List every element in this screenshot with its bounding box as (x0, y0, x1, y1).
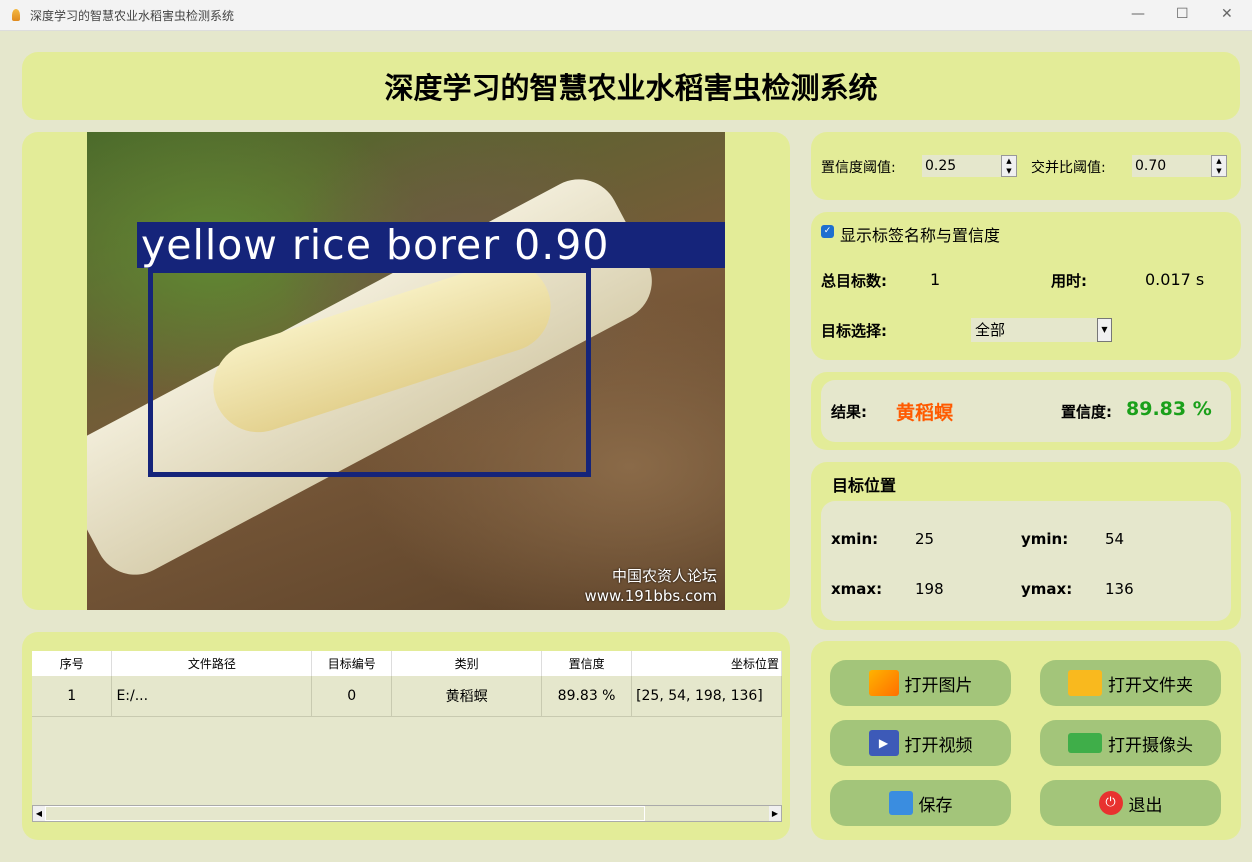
buttons-panel: 打开图片 打开文件夹 ▶ 打开视频 打开摄像头 保存 ⏻ 退出 (811, 641, 1241, 840)
camera-icon (1068, 733, 1102, 753)
xmax-label: xmax: (831, 580, 883, 598)
col-index: 序号 (32, 651, 113, 676)
scrollbar-thumb (45, 806, 645, 821)
ymax-value: 136 (1105, 580, 1134, 598)
xmin-label: xmin: (831, 530, 879, 548)
spin-arrows-icon: ▲ ▼ (1001, 155, 1017, 177)
close-button[interactable]: ✕ (1221, 6, 1233, 22)
video-icon: ▶ (868, 730, 899, 756)
image-panel: yellow rice borer 0.90 中国农资人论坛 www.191bbs… (22, 132, 790, 610)
maximize-button[interactable]: ☐ (1176, 6, 1189, 22)
result-value: 黄稻螟 (896, 402, 954, 424)
detection-image: yellow rice borer 0.90 中国农资人论坛 www.191bbs… (87, 132, 725, 610)
power-icon: ⏻ (1098, 791, 1123, 815)
ymin-value: 54 (1105, 530, 1125, 548)
result-label: 结果: (831, 403, 867, 421)
time-value: 0.017 s (1145, 270, 1205, 289)
folder-icon (1068, 670, 1102, 696)
iou-threshold-label: 交并比阈值: (1031, 160, 1106, 176)
results-table: 序号 文件路径 目标编号 类别 置信度 坐标位置 1 E:/... 0 黄稻螟 … (32, 651, 782, 821)
open-folder-button[interactable]: 打开文件夹 (1040, 660, 1221, 706)
xmin-value: 25 (915, 530, 935, 548)
result-panel: 结果: 黄稻螟 置信度: 89.83 % (811, 372, 1241, 450)
time-label: 用时: (1051, 272, 1087, 290)
ymax-label: ymax: (1021, 580, 1073, 598)
show-label-text: 显示标签名称与置信度 (840, 226, 1001, 245)
conf-threshold-label: 置信度阈值: (821, 160, 896, 176)
open-camera-button[interactable]: 打开摄像头 (1040, 720, 1221, 766)
open-video-button[interactable]: ▶ 打开视频 (830, 720, 1011, 766)
exit-button[interactable]: ⏻ 退出 (1040, 780, 1221, 826)
save-icon (888, 791, 913, 815)
col-target-id: 目标编号 (311, 651, 393, 676)
spin-arrows-icon: ▲ ▼ (1211, 155, 1227, 177)
scroll-left-icon: ◀ (33, 806, 45, 821)
position-panel: 目标位置 xmin: 25 ymin: 54 xmax: 198 ymax: 1… (811, 462, 1241, 630)
bounding-box (148, 268, 591, 477)
ymin-label: ymin: (1021, 530, 1069, 548)
image-icon (868, 670, 899, 696)
header-panel: 深度学习的智慧农业水稻害虫检测系统 (22, 52, 1240, 120)
threshold-panel: 置信度阈值: 0.25 ▲ ▼ 交并比阈值: 0.70 ▲ ▼ (811, 132, 1241, 200)
table-header: 序号 文件路径 目标编号 类别 置信度 坐标位置 (32, 651, 782, 676)
minimize-button[interactable]: — (1131, 6, 1145, 22)
window-title: 深度学习的智慧农业水稻害虫检测系统 (30, 8, 235, 23)
table-row[interactable]: 1 E:/... 0 黄稻螟 89.83 % [25, 54, 198, 136… (32, 676, 782, 717)
col-coords: 坐标位置 (631, 651, 782, 676)
detection-label: yellow rice borer 0.90 (137, 222, 725, 268)
title-bar: 深度学习的智慧农业水稻害虫检测系统 — ☐ ✕ (0, 0, 1252, 31)
iou-threshold-spinbox[interactable]: 0.70 ▲ ▼ (1132, 155, 1227, 177)
total-label: 总目标数: (821, 272, 887, 290)
open-image-button[interactable]: 打开图片 (830, 660, 1011, 706)
show-label-checkbox[interactable]: ✓ (821, 225, 834, 238)
col-path: 文件路径 (111, 651, 313, 676)
info-panel: ✓ 显示标签名称与置信度 总目标数: 1 用时: 0.017 s 目标选择: 全… (811, 212, 1241, 360)
conf-threshold-spinbox[interactable]: 0.25 ▲ ▼ (922, 155, 1017, 177)
app-icon (12, 9, 20, 21)
page-title: 深度学习的智慧农业水稻害虫检测系统 (384, 71, 878, 105)
confidence-label: 置信度: (1061, 403, 1112, 421)
total-value: 1 (930, 270, 941, 289)
horizontal-scrollbar[interactable]: ◀ ▶ (32, 805, 782, 822)
scroll-right-icon: ▶ (769, 806, 781, 821)
chevron-down-icon: ▼ (1097, 318, 1112, 342)
target-select[interactable]: 全部 ▼ (971, 318, 1112, 342)
col-confidence: 置信度 (541, 651, 633, 676)
col-class: 类别 (391, 651, 543, 676)
xmax-value: 198 (915, 580, 944, 598)
save-button[interactable]: 保存 (830, 780, 1011, 826)
table-panel: 序号 文件路径 目标编号 类别 置信度 坐标位置 1 E:/... 0 黄稻螟 … (22, 632, 790, 840)
confidence-value: 89.83 % (1126, 398, 1212, 420)
watermark: 中国农资人论坛 www.191bbs.com (584, 567, 718, 605)
select-label: 目标选择: (821, 322, 887, 340)
position-title: 目标位置 (832, 476, 897, 495)
